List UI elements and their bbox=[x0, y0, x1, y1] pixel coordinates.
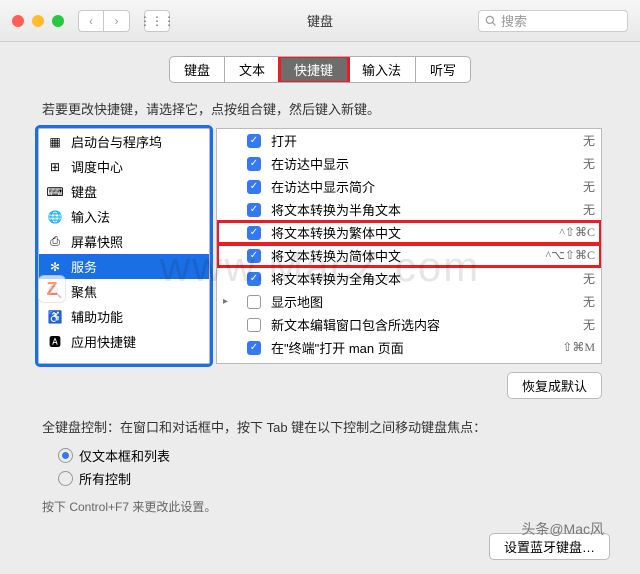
appshort-icon: 🅰 bbox=[47, 334, 63, 350]
expand-icon: ▸ bbox=[223, 296, 237, 307]
shortcut-label: 在访达中显示 bbox=[271, 154, 573, 173]
shortcut-label: 将文本转换为半角文本 bbox=[271, 200, 573, 219]
shortcut-row[interactable]: ✓ 将文本转换为繁体中文 ^⇧⌘C bbox=[217, 221, 601, 244]
shortcut-row[interactable]: 新文本编辑窗口包含所选内容无 bbox=[217, 313, 601, 336]
tab-input[interactable]: 输入法 bbox=[348, 57, 416, 82]
fullscreen-icon[interactable] bbox=[52, 15, 64, 27]
shortcut-label: 将文本转换为全角文本 bbox=[271, 269, 573, 288]
shortcut-key[interactable]: 无 bbox=[583, 293, 595, 310]
sidebar-item-launchpad[interactable]: ▦启动台与程序坞 bbox=[39, 129, 209, 154]
shortcut-key[interactable]: 无 bbox=[583, 132, 595, 149]
shortcut-key[interactable]: 无 bbox=[583, 270, 595, 287]
sidebar-item-keyboard[interactable]: ⌨键盘 bbox=[39, 179, 209, 204]
checkbox[interactable]: ✓ bbox=[247, 249, 261, 263]
shortcut-row[interactable]: ✓ 将文本转换为简体中文 ^⌥⇧⌘C bbox=[217, 244, 601, 267]
search-icon bbox=[485, 15, 497, 27]
shortcut-key[interactable]: 无 bbox=[583, 316, 595, 333]
radio-icon bbox=[58, 448, 73, 463]
traffic-lights bbox=[12, 15, 64, 27]
tab-text[interactable]: 文本 bbox=[225, 57, 280, 82]
screenshot-icon: ⎙ bbox=[47, 234, 63, 250]
shortcut-row[interactable]: ✓ 在"终端"中搜索 man 页面索引 ⇧⌘A bbox=[217, 359, 601, 364]
shortcut-key[interactable]: ⇧⌘M bbox=[562, 340, 595, 355]
shortcut-row[interactable]: ✓ 在"终端"打开 man 页面 ⇧⌘M bbox=[217, 336, 601, 359]
tab-dictation[interactable]: 听写 bbox=[416, 57, 470, 82]
minimize-icon[interactable] bbox=[32, 15, 44, 27]
shortcut-key[interactable]: 无 bbox=[583, 155, 595, 172]
keyboard-icon: ⌨ bbox=[47, 184, 63, 200]
shortcut-key[interactable]: 无 bbox=[583, 201, 595, 218]
search-placeholder: 搜索 bbox=[501, 11, 527, 30]
watermark-text: 头条@Mac风 bbox=[521, 519, 604, 539]
close-icon[interactable] bbox=[12, 15, 24, 27]
sidebar-item-input[interactable]: 🌐输入法 bbox=[39, 204, 209, 229]
restore-defaults-button[interactable]: 恢复成默认 bbox=[507, 372, 602, 399]
checkbox[interactable] bbox=[247, 318, 261, 332]
shortcut-row[interactable]: ✓ 将文本转换为半角文本无 bbox=[217, 198, 601, 221]
services-icon: ✻ bbox=[47, 259, 63, 275]
shortcut-label: 新文本编辑窗口包含所选内容 bbox=[271, 315, 573, 334]
shortcut-key[interactable]: 无 bbox=[583, 178, 595, 195]
sidebar-item-a11y[interactable]: ♿辅助功能 bbox=[39, 304, 209, 329]
launchpad-icon: ▦ bbox=[47, 134, 63, 150]
shortcut-label: 在"终端"打开 man 页面 bbox=[271, 338, 552, 357]
shortcut-row[interactable]: ▸ 显示地图无 bbox=[217, 290, 601, 313]
shortcut-label: 将文本转换为繁体中文 bbox=[271, 223, 549, 242]
checkbox[interactable]: ✓ bbox=[247, 226, 261, 240]
checkbox[interactable]: ✓ bbox=[247, 134, 261, 148]
sidebar-item-screenshot[interactable]: ⎙屏幕快照 bbox=[39, 229, 209, 254]
shortcut-list[interactable]: ✓打开无✓在访达中显示无✓在访达中显示简介无✓将文本转换为半角文本无✓将文本转换… bbox=[216, 128, 602, 364]
checkbox[interactable]: ✓ bbox=[247, 157, 261, 171]
tab-keyboard[interactable]: 键盘 bbox=[170, 57, 225, 82]
shortcut-label: 在访达中显示简介 bbox=[271, 177, 573, 196]
shortcut-label: 显示地图 bbox=[271, 292, 573, 311]
forward-button[interactable]: › bbox=[104, 10, 130, 32]
category-list: ▦启动台与程序坞 ⊞调度中心 ⌨键盘 🌐输入法 ⎙屏幕快照 ✻服务 🔍聚焦 ♿辅… bbox=[38, 128, 210, 364]
watermark-z-icon: Z bbox=[38, 275, 66, 303]
back-button[interactable]: ‹ bbox=[78, 10, 104, 32]
radio-allcontrols[interactable]: 所有控制 bbox=[58, 467, 582, 490]
a11y-icon: ♿ bbox=[47, 309, 63, 325]
shortcut-key[interactable]: ⇧⌘A bbox=[564, 363, 595, 364]
shortcut-row[interactable]: ✓ 打开无 bbox=[217, 129, 601, 152]
shortcut-key[interactable]: ^⇧⌘C bbox=[559, 225, 595, 240]
shortcut-key[interactable]: ^⌥⇧⌘C bbox=[545, 248, 595, 263]
sidebar-item-services[interactable]: ✻服务 bbox=[39, 254, 209, 279]
checkbox[interactable]: ✓ bbox=[247, 180, 261, 194]
checkbox[interactable]: ✓ bbox=[247, 272, 261, 286]
sidebar-item-mission[interactable]: ⊞调度中心 bbox=[39, 154, 209, 179]
shortcut-row[interactable]: ✓ 在访达中显示简介无 bbox=[217, 175, 601, 198]
checkbox[interactable]: ✓ bbox=[247, 341, 261, 355]
sidebar-item-appshort[interactable]: 🅰应用快捷键 bbox=[39, 329, 209, 354]
hint-text: 按下 Control+F7 来更改此设置。 bbox=[0, 494, 640, 519]
radio-textonly[interactable]: 仅文本框和列表 bbox=[58, 444, 582, 467]
full-keyboard-label: 全键盘控制：在窗口和对话框中，按下 Tab 键在以下控制之间移动键盘焦点： bbox=[0, 403, 640, 440]
shortcut-row[interactable]: ✓ 将文本转换为全角文本无 bbox=[217, 267, 601, 290]
checkbox[interactable] bbox=[247, 295, 261, 309]
instruction-text: 若要更改快捷键，请选择它，点按组合键，然后键入新键。 bbox=[0, 93, 640, 128]
input-icon: 🌐 bbox=[47, 209, 63, 225]
shortcut-label: 打开 bbox=[271, 131, 573, 150]
shortcut-label: 在"终端"中搜索 man 页面索引 bbox=[271, 361, 554, 364]
shortcut-row[interactable]: ✓ 在访达中显示无 bbox=[217, 152, 601, 175]
tab-bar: 键盘 文本 快捷键 输入法 听写 bbox=[169, 56, 471, 83]
radio-icon bbox=[58, 471, 73, 486]
shortcut-label: 将文本转换为简体中文 bbox=[271, 246, 535, 265]
mission-icon: ⊞ bbox=[47, 159, 63, 175]
checkbox[interactable]: ✓ bbox=[247, 203, 261, 217]
checkbox[interactable]: ✓ bbox=[247, 364, 261, 365]
tab-shortcuts[interactable]: 快捷键 bbox=[280, 57, 348, 82]
grid-icon[interactable]: ⋮⋮⋮ bbox=[144, 10, 170, 32]
window-title: 键盘 bbox=[307, 11, 333, 30]
search-input[interactable]: 搜索 bbox=[478, 10, 628, 32]
